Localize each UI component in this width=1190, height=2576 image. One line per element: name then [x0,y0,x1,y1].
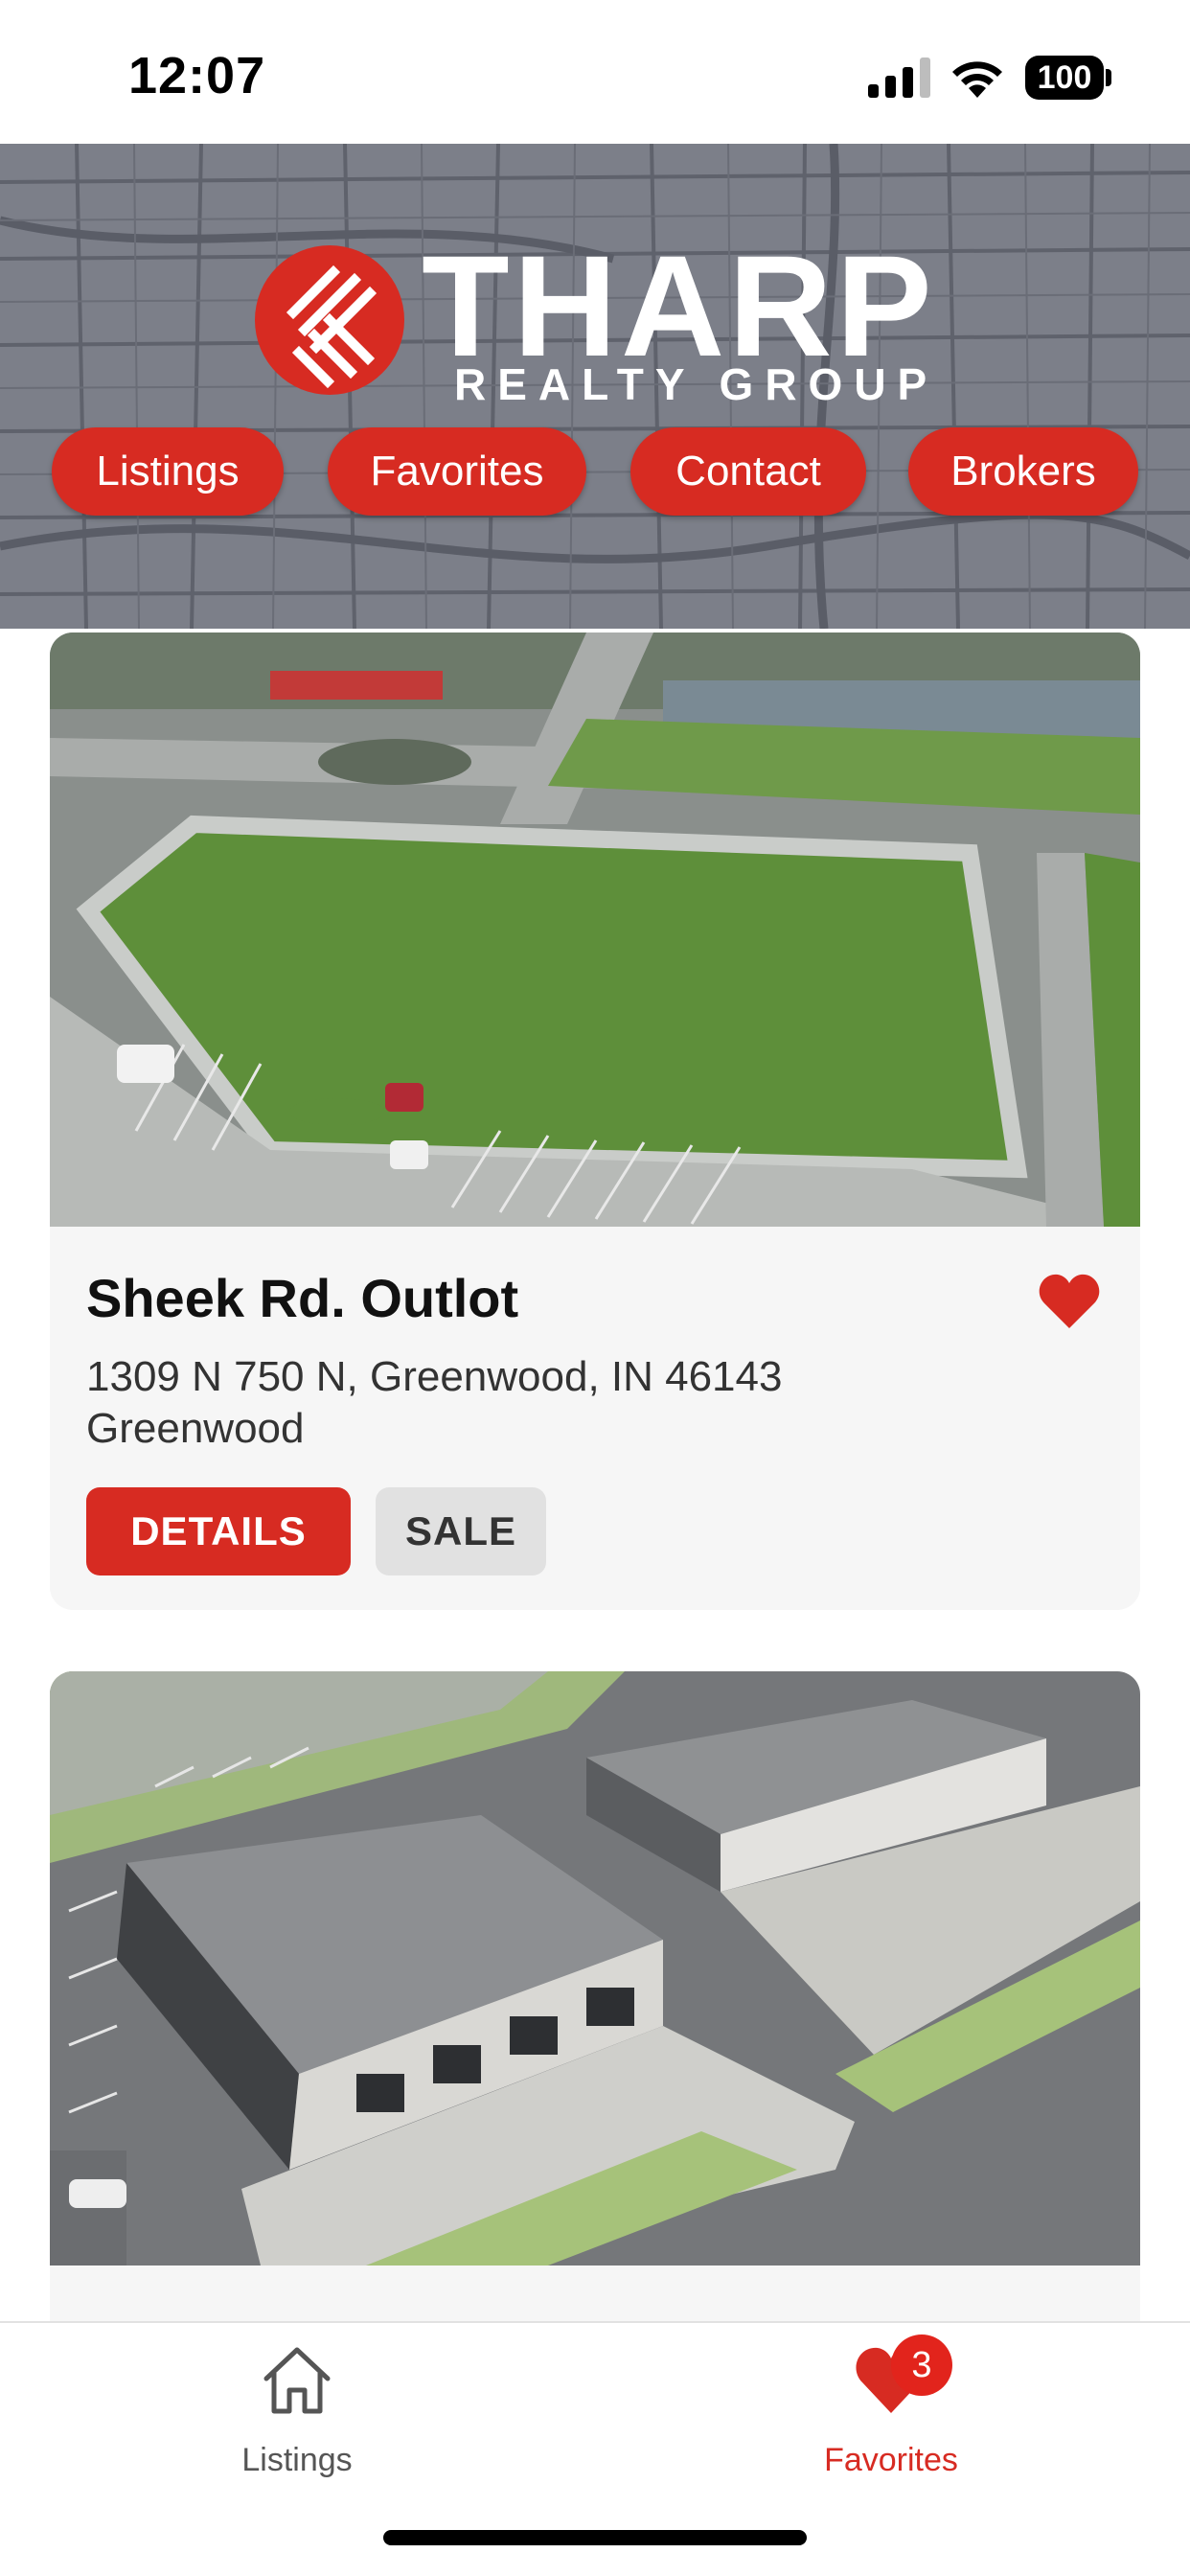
details-button[interactable]: DETAILS [86,1487,351,1576]
battery-tip [1106,69,1111,86]
favorites-count-badge: 3 [891,2334,952,2396]
status-bar: 12:07 100 [0,0,1190,144]
tab-favorites[interactable]: 3 Favorites [747,2334,1035,2486]
brand-name: THARP [422,225,936,386]
tab-favorites-label: Favorites [824,2442,958,2478]
home-icon [263,2347,331,2414]
signal-icon [868,58,930,98]
listing-photo[interactable] [50,632,1140,1227]
listing-rendering[interactable] [50,1671,1140,2266]
sale-badge: SALE [376,1487,546,1576]
status-time: 12:07 [128,47,266,104]
nav-listings-button[interactable]: Listings [52,427,284,516]
home-indicator [383,2530,807,2545]
header-banner: THARP REALTY GROUP Listings Favorites Co… [0,144,1190,629]
wifi-icon [952,61,1002,98]
listing-card[interactable]: Sheek Rd. Outlot 1309 N 750 N, Greenwood… [50,632,1140,1610]
nav-favorites-button[interactable]: Favorites [328,427,586,516]
listing-city: Greenwood [86,1405,305,1452]
nav-contact-button[interactable]: Contact [630,427,866,516]
listing-card[interactable] [50,1671,1140,2380]
tab-listings-label: Listings [241,2442,353,2478]
nav-brokers-button[interactable]: Brokers [908,427,1138,516]
favorite-heart-icon[interactable] [1039,1273,1100,1330]
battery-level: 100 [1037,59,1092,96]
battery-icon: 100 [1025,56,1111,102]
listing-title[interactable]: Sheek Rd. Outlot [86,1267,518,1329]
app-screen: 12:07 100 THARP REALTY GROUP Listings Fa… [0,0,1190,2576]
logo-mark-icon [255,245,404,395]
brand-subtitle: REALTY GROUP [454,359,939,409]
tab-listings[interactable]: Listings [153,2342,441,2486]
listing-address: 1309 N 750 N, Greenwood, IN 46143 [86,1353,783,1400]
